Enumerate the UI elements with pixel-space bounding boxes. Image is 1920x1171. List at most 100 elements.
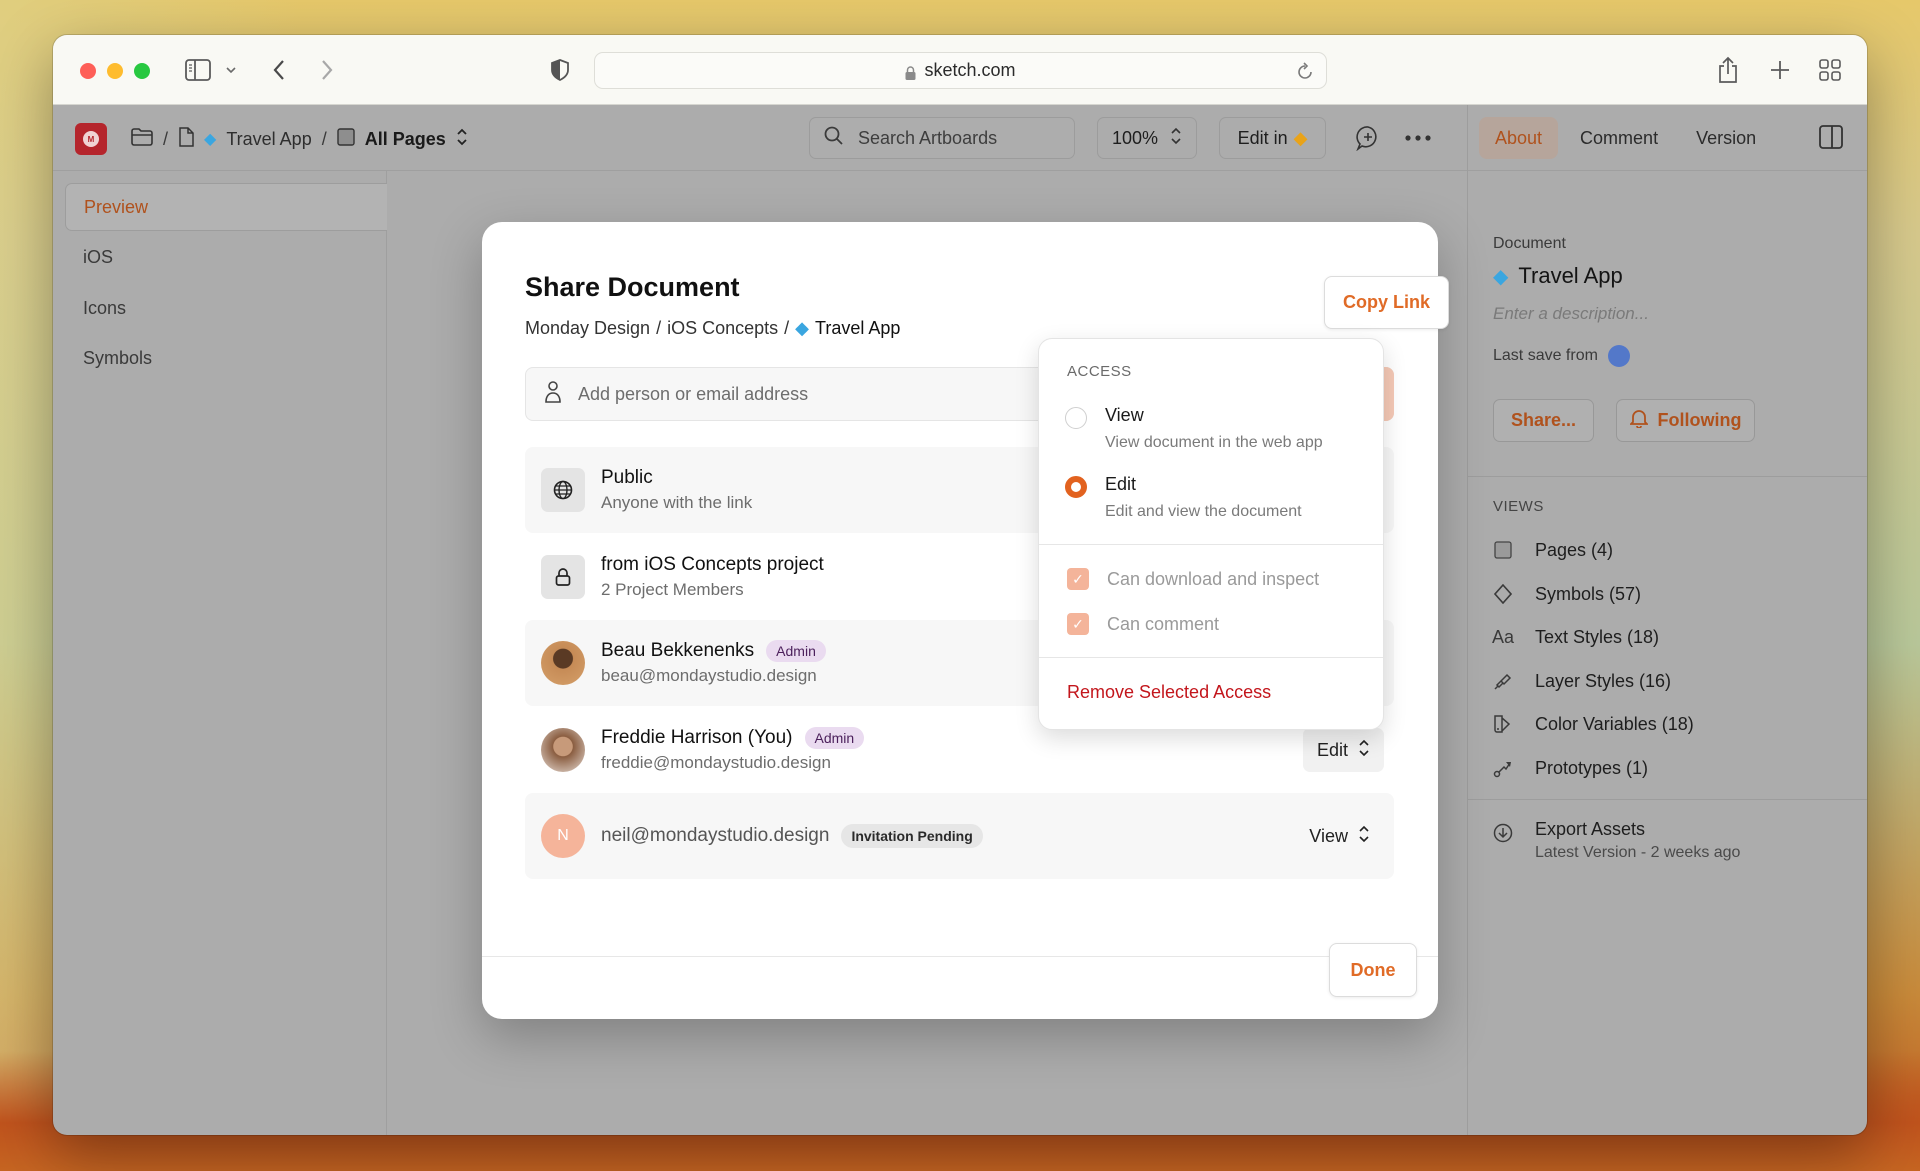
copy-link-button[interactable]: Copy Link bbox=[1324, 276, 1449, 329]
close-window-button[interactable] bbox=[80, 63, 96, 79]
workspace-logo[interactable]: M bbox=[75, 123, 107, 155]
color-variable-icon bbox=[1493, 714, 1513, 734]
breadcrumb-workspace[interactable]: Monday Design bbox=[525, 318, 650, 339]
view-item-color-variables[interactable]: Color Variables (18) bbox=[1493, 709, 1694, 739]
modal-breadcrumb: Monday Design / iOS Concepts / ◆ Travel … bbox=[525, 318, 900, 339]
add-comment-icon[interactable] bbox=[1354, 123, 1382, 153]
view-item-label: Color Variables (18) bbox=[1535, 713, 1694, 734]
row-text: Beau Bekkenenks Admin beau@mondaystudio.… bbox=[601, 640, 826, 686]
share-button[interactable]: Share... bbox=[1493, 399, 1594, 442]
lock-icon bbox=[541, 555, 585, 599]
breadcrumb-project[interactable]: iOS Concepts bbox=[667, 318, 778, 339]
bell-icon bbox=[1628, 408, 1649, 433]
view-item-pages[interactable]: Pages (4) bbox=[1493, 535, 1613, 565]
tab-overview-icon[interactable] bbox=[1817, 55, 1843, 85]
view-item-prototypes[interactable]: Prototypes (1) bbox=[1493, 753, 1648, 783]
sidebar-toggle-icon[interactable] bbox=[183, 55, 213, 85]
add-person-placeholder: Add person or email address bbox=[578, 383, 809, 404]
remove-access-button[interactable]: Remove Selected Access bbox=[1067, 682, 1271, 703]
option-desc: Edit and view the document bbox=[1105, 503, 1302, 520]
view-item-label: Text Styles (18) bbox=[1535, 626, 1660, 647]
done-button[interactable]: Done bbox=[1329, 943, 1417, 997]
divider bbox=[1039, 544, 1383, 545]
checkbox-checked-icon[interactable]: ✓ bbox=[1067, 568, 1089, 590]
toggle-panel-icon[interactable] bbox=[1819, 125, 1845, 151]
chevron-updown-icon bbox=[1170, 127, 1182, 150]
admin-badge: Admin bbox=[804, 727, 865, 749]
radio-edit[interactable] bbox=[1065, 476, 1087, 498]
row-name: Freddie Harrison (You) Admin bbox=[601, 727, 865, 749]
search-artboards-input[interactable]: Search Artboards bbox=[809, 117, 1075, 159]
export-subtitle: Latest Version - 2 weeks ago bbox=[1535, 844, 1741, 861]
document-section-label: Document bbox=[1493, 235, 1566, 252]
permission-select[interactable]: Edit bbox=[1302, 728, 1384, 772]
breadcrumb-document[interactable]: Travel App bbox=[226, 129, 311, 150]
breadcrumb-pages[interactable]: All Pages bbox=[365, 129, 446, 150]
option-desc: View document in the web app bbox=[1105, 434, 1323, 451]
tab-about[interactable]: About bbox=[1479, 117, 1559, 159]
chevron-down-icon[interactable] bbox=[223, 55, 239, 85]
minimize-window-button[interactable] bbox=[107, 63, 123, 79]
sketch-app-icon: ◆ bbox=[1293, 127, 1308, 148]
new-tab-icon[interactable] bbox=[1767, 55, 1793, 85]
row-text: from iOS Concepts project 2 Project Memb… bbox=[601, 554, 824, 600]
sketch-diamond-icon: ◆ bbox=[1493, 265, 1509, 288]
tab-version[interactable]: Version bbox=[1680, 117, 1772, 159]
check-download-inspect[interactable]: ✓ Can download and inspect bbox=[1067, 568, 1319, 590]
sidebar-item-icons[interactable]: Icons bbox=[65, 284, 387, 332]
address-bar[interactable]: sketch.com bbox=[594, 52, 1327, 89]
checkbox-checked-icon[interactable]: ✓ bbox=[1067, 613, 1089, 635]
divider bbox=[1467, 799, 1867, 800]
following-label: Following bbox=[1657, 410, 1742, 430]
lock-icon bbox=[905, 64, 916, 80]
prototype-icon bbox=[1493, 758, 1513, 778]
member-email: beau@mondaystudio.design bbox=[601, 666, 817, 685]
permission-select[interactable]: View bbox=[1295, 814, 1384, 858]
chevron-updown-icon[interactable] bbox=[456, 128, 468, 151]
person-icon bbox=[544, 380, 562, 409]
back-icon[interactable] bbox=[267, 55, 291, 85]
row-name: neil@mondaystudio.design Invitation Pend… bbox=[601, 824, 983, 848]
footer-divider bbox=[482, 956, 1438, 957]
last-save-info: Last save from bbox=[1493, 345, 1630, 367]
view-item-symbols[interactable]: Symbols (57) bbox=[1493, 579, 1641, 609]
member-name: Beau Bekkenenks bbox=[601, 640, 755, 661]
search-icon bbox=[824, 126, 844, 151]
access-option-edit[interactable]: Edit Edit and view the document bbox=[1065, 474, 1302, 521]
sketch-diamond-icon: ◆ bbox=[795, 318, 810, 338]
app-toolbar: M / ◆ Travel App / All Pages Search Artb… bbox=[53, 105, 1867, 171]
sidebar-item-preview[interactable]: Preview bbox=[65, 183, 387, 231]
pages-icon bbox=[1493, 540, 1513, 560]
document-title: ◆ Travel App bbox=[1493, 263, 1623, 289]
description-input[interactable]: Enter a description... bbox=[1493, 304, 1649, 324]
view-item-layer-styles[interactable]: Layer Styles (16) bbox=[1493, 666, 1671, 696]
sidebar-item-symbols[interactable]: Symbols bbox=[65, 334, 387, 382]
radio-view[interactable] bbox=[1065, 407, 1087, 429]
permission-value: Edit bbox=[1316, 739, 1348, 760]
access-row-invite[interactable]: N neil@mondaystudio.design Invitation Pe… bbox=[525, 793, 1394, 879]
row-text: neil@mondaystudio.design Invitation Pend… bbox=[601, 824, 983, 848]
share-icon[interactable] bbox=[1715, 55, 1741, 85]
view-item-text-styles[interactable]: Aa Text Styles (18) bbox=[1492, 622, 1660, 652]
member-name: Freddie Harrison (You) bbox=[601, 727, 793, 748]
check-comment[interactable]: ✓ Can comment bbox=[1067, 613, 1219, 635]
zoom-select[interactable]: 100% bbox=[1097, 117, 1197, 159]
reload-icon[interactable] bbox=[1296, 61, 1314, 86]
download-circle-icon bbox=[1493, 823, 1513, 843]
row-name: from iOS Concepts project bbox=[601, 554, 824, 575]
forward-icon[interactable] bbox=[315, 55, 339, 85]
edit-in-label: Edit in bbox=[1237, 127, 1288, 148]
folder-icon[interactable] bbox=[131, 127, 153, 151]
following-button[interactable]: Following bbox=[1616, 399, 1755, 442]
export-assets[interactable]: Export Assets Latest Version - 2 weeks a… bbox=[1493, 819, 1740, 862]
option-title: Edit bbox=[1105, 474, 1137, 494]
privacy-shield-icon[interactable] bbox=[547, 55, 573, 85]
row-name: Beau Bekkenenks Admin bbox=[601, 640, 826, 662]
maximize-window-button[interactable] bbox=[134, 63, 150, 79]
tab-comment[interactable]: Comment bbox=[1564, 117, 1674, 159]
access-option-view[interactable]: View View document in the web app bbox=[1065, 405, 1323, 452]
edit-in-sketch-button[interactable]: Edit in ◆ bbox=[1219, 117, 1326, 159]
workspace-logo-mark: M bbox=[83, 131, 99, 147]
more-options-icon[interactable] bbox=[1403, 123, 1433, 153]
sidebar-item-ios[interactable]: iOS bbox=[65, 233, 387, 281]
